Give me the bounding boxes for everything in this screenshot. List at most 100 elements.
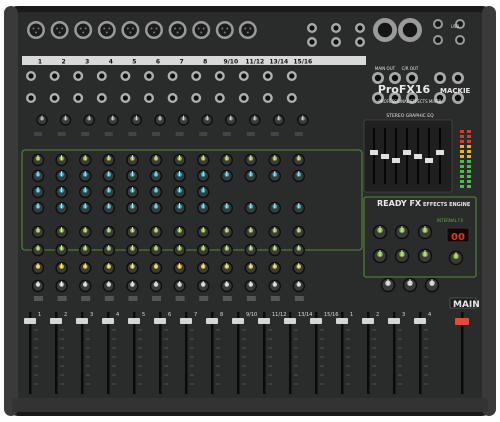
fader-cap <box>336 318 348 324</box>
xlr-jack <box>53 23 67 37</box>
line-jack <box>309 39 315 45</box>
channel-knob <box>268 153 281 167</box>
meter-led <box>467 150 471 153</box>
master-jack <box>436 74 444 82</box>
xlr-jack <box>123 23 137 37</box>
channel-knob <box>102 169 116 183</box>
fader-label: 5 <box>142 312 145 318</box>
trs-jack <box>217 95 223 101</box>
left-cheek <box>4 6 18 416</box>
channel-knob <box>197 201 210 215</box>
fader-cap <box>258 318 270 324</box>
fader-slot <box>367 312 370 394</box>
low-cut-switch <box>175 132 184 136</box>
channel-knob <box>244 261 257 275</box>
mute-button <box>104 296 114 301</box>
channel-knob <box>173 279 186 293</box>
geq-cap <box>436 150 444 155</box>
line-jack <box>309 25 315 31</box>
fader-label: 13/14 <box>298 312 312 318</box>
fader-cap <box>50 318 62 324</box>
channel-knob <box>292 243 305 257</box>
xlr-pin <box>200 31 203 34</box>
master-knob <box>417 248 433 264</box>
channel-knob <box>197 153 210 167</box>
fader-cap <box>206 318 218 324</box>
mixer-illustration: 1 2 3 4 5 6 7 8 9/10 11/12 13/14 15/16 1 2 3 4 5 6 7 8 9/10… <box>4 6 496 416</box>
gain-knob <box>130 114 143 126</box>
fader-label: 1 <box>350 312 353 318</box>
channel-knob <box>55 153 68 167</box>
xlr-pin <box>58 31 61 34</box>
xlr-pin <box>197 27 200 30</box>
channel-number-label: 13/14 <box>269 59 288 66</box>
channel-knob <box>244 243 257 257</box>
fader-slot <box>419 312 422 394</box>
xlr-pin <box>129 31 132 34</box>
mute-button <box>34 296 43 301</box>
mute-button <box>128 296 138 301</box>
geq-slot <box>373 128 375 184</box>
channel-knob <box>126 201 139 215</box>
mute-button <box>294 296 304 301</box>
fader-label: 3 <box>402 312 405 318</box>
master-knob <box>372 248 388 264</box>
xlr-pin <box>244 27 247 30</box>
trs-jack <box>146 95 152 101</box>
channel-knob <box>197 225 210 239</box>
fader-label: 9/10 <box>246 312 257 318</box>
trs-jack <box>193 95 199 101</box>
gain-knob <box>225 114 237 126</box>
fader-slot <box>289 312 292 394</box>
output-jack <box>402 22 418 38</box>
fader-label: 4 <box>116 312 119 318</box>
internal-fx-label: INTERNAL FX <box>437 218 463 223</box>
fader-cap <box>76 318 88 324</box>
meter-led <box>460 180 464 183</box>
fader-slot <box>393 312 396 394</box>
output-jack <box>435 21 441 27</box>
low-cut-switch <box>199 132 208 136</box>
channel-knob <box>55 169 68 183</box>
trs-jack <box>265 95 271 101</box>
channel-knob <box>268 225 281 239</box>
brand-name: MACKIE <box>440 87 471 95</box>
channel-knob <box>268 261 281 275</box>
channel-knob <box>292 261 305 275</box>
channel-knob <box>79 201 92 215</box>
gain-knob <box>154 114 166 126</box>
geq-cap <box>414 154 422 159</box>
phones-knob <box>402 277 418 293</box>
fader-label: 2 <box>376 312 379 318</box>
xlr-jack <box>147 23 161 37</box>
channel-knob <box>55 185 68 199</box>
trs-jack <box>28 95 34 101</box>
fader-label: 7 <box>194 312 197 318</box>
channel-knob <box>79 279 92 293</box>
fader-slot <box>263 312 266 394</box>
fx-preset-display: 00 <box>451 232 465 243</box>
channel-knob <box>55 201 68 215</box>
channel-knob <box>31 153 45 167</box>
master-jack <box>454 74 462 82</box>
meter-led <box>460 150 464 153</box>
meter-led <box>460 185 464 188</box>
master-knob <box>417 224 433 240</box>
xlr-pin <box>37 27 40 30</box>
trs-jack <box>99 73 105 79</box>
meter-led <box>460 140 464 143</box>
meter-led <box>460 160 464 163</box>
channel-knob <box>268 169 281 183</box>
channel-knob <box>173 201 186 215</box>
channel-knob <box>31 261 45 275</box>
channel-number-label: 2 <box>62 59 66 66</box>
gain-knob <box>201 114 213 126</box>
mute-button <box>199 296 209 301</box>
xlr-pin <box>202 27 205 30</box>
channel-knob <box>79 153 92 167</box>
master-knob <box>448 250 464 266</box>
mute-button <box>57 296 67 301</box>
channel-knob <box>102 225 116 239</box>
channel-knob <box>149 153 163 167</box>
fader-cap <box>180 318 192 324</box>
